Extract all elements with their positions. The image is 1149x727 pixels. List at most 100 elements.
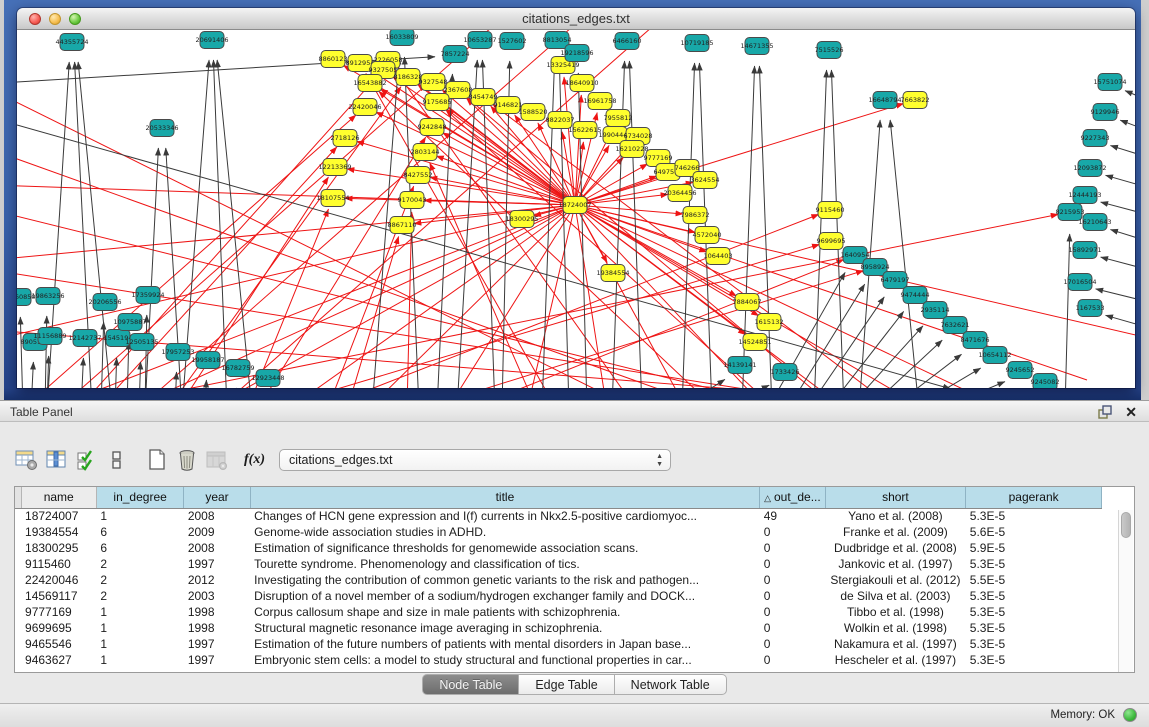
cell-name[interactable]: 14569117 [21, 588, 96, 604]
cell-title[interactable]: Embryonic stem cells: a model to study s… [250, 652, 760, 668]
cell-year[interactable]: 2012 [184, 572, 250, 588]
citation-edge-black[interactable] [814, 70, 827, 388]
citation-edge-black[interactable] [31, 362, 33, 388]
graph-node-teal[interactable]: 7515526 [815, 42, 844, 59]
graph-node-teal[interactable]: 19958187 [191, 352, 224, 369]
cell-out_de[interactable]: 0 [760, 524, 825, 540]
graph-node-teal[interactable]: 1733426 [771, 364, 800, 381]
citation-edge-black[interactable] [20, 317, 23, 388]
citation-edge-black[interactable] [457, 60, 477, 388]
table-panel-header[interactable]: Table Panel ✕ [0, 400, 1149, 422]
cell-title[interactable]: Structural magnetic resonance image aver… [250, 620, 760, 636]
citation-edge-black[interactable] [1110, 230, 1135, 244]
graph-node-yellow[interactable]: 8860123 [319, 51, 348, 68]
graph-node-teal[interactable]: 9129946 [1091, 104, 1120, 121]
cell-out_de[interactable]: 0 [760, 588, 825, 604]
citation-edge-black[interactable] [45, 316, 47, 388]
cell-title[interactable]: Estimation of significance thresholds fo… [250, 540, 760, 556]
cell-short[interactable]: Yano et al. (2008) [825, 508, 966, 524]
graph-node-teal[interactable]: 9245652 [1006, 362, 1035, 379]
graph-node-teal[interactable]: 20533346 [145, 120, 178, 137]
column-header-title[interactable]: title [250, 487, 760, 508]
graph-node-yellow[interactable]: 8427552 [404, 167, 433, 184]
cell-pagerank[interactable]: 5.3E-5 [966, 588, 1102, 604]
cell-short[interactable]: Nakamura et al. (1997) [825, 636, 966, 652]
citation-edge-black[interactable] [682, 63, 695, 388]
cell-name[interactable]: 9699695 [21, 620, 96, 636]
citation-edge-black[interactable] [175, 372, 177, 388]
cell-pagerank[interactable]: 5.3E-5 [966, 508, 1102, 524]
graph-node-teal[interactable]: 12923448 [251, 370, 284, 387]
cell-out_de[interactable]: 0 [760, 572, 825, 588]
table-row[interactable]: 1456911722003Disruption of a novel membe… [15, 588, 1102, 604]
cell-name[interactable]: 19384554 [21, 524, 96, 540]
graph-node-yellow[interactable]: 7986372 [681, 207, 710, 224]
column-header-short[interactable]: short [825, 487, 966, 508]
graph-node-yellow[interactable]: 9699695 [817, 233, 846, 250]
cell-year[interactable]: 1998 [184, 604, 250, 620]
citation-edge-black[interactable] [213, 60, 227, 388]
cell-short[interactable]: de Silva et al. (2003) [825, 588, 966, 604]
citation-edge-red[interactable] [575, 205, 1135, 340]
row-height-button[interactable] [104, 447, 130, 473]
table-row[interactable]: 1938455462009Genome-wide association stu… [15, 524, 1102, 540]
cell-out_de[interactable]: 0 [760, 604, 825, 620]
graph-node-teal[interactable]: 9474444 [901, 287, 930, 304]
citation-edge-black[interactable] [807, 297, 884, 388]
function-builder-button[interactable]: f(x) [244, 452, 265, 468]
graph-node-teal[interactable]: 19218596 [560, 45, 593, 62]
cell-out_de[interactable]: 0 [760, 636, 825, 652]
graph-node-yellow[interactable]: 4572040 [693, 227, 722, 244]
graph-node-yellow[interactable]: 20364456 [663, 185, 696, 202]
graph-node-yellow[interactable]: 16543882 [353, 75, 386, 92]
citation-edge-black[interactable] [1120, 120, 1135, 134]
graph-node-teal[interactable]: 7632621 [941, 317, 970, 334]
column-header-out_de[interactable]: △out_de... [760, 487, 825, 508]
graph-node-yellow[interactable]: 12213369 [318, 159, 351, 176]
table-settings-button[interactable] [14, 447, 40, 473]
column-header-in_degree[interactable]: in_degree [96, 487, 183, 508]
citation-edge-black[interactable] [17, 125, 950, 388]
citation-edge-black[interactable] [578, 73, 587, 388]
cell-in_degree[interactable]: 2 [96, 572, 183, 588]
table-selector-dropdown[interactable]: citations_edges.txt ▲▼ [279, 449, 671, 471]
cell-short[interactable]: Tibbo et al. (1998) [825, 604, 966, 620]
graph-node-yellow[interactable]: 1064403 [704, 248, 733, 265]
graph-node-yellow[interactable]: 19384554 [596, 265, 629, 282]
cell-in_degree[interactable]: 1 [96, 620, 183, 636]
graph-node-teal[interactable]: 2935114 [921, 302, 950, 319]
cell-year[interactable]: 2008 [184, 508, 250, 524]
citation-edge-red[interactable] [167, 87, 401, 388]
graph-node-teal[interactable]: 10653287 [463, 32, 496, 49]
citation-edge-red[interactable] [347, 237, 399, 388]
cell-name[interactable]: 9777169 [21, 604, 96, 620]
citation-edge-black[interactable] [205, 380, 206, 388]
graph-node-yellow[interactable]: 9170043 [398, 192, 427, 209]
citation-edge-black[interactable] [139, 362, 141, 388]
tab-edge-table[interactable]: Edge Table [519, 674, 614, 695]
select-all-rows-button[interactable] [74, 447, 100, 473]
column-header-name[interactable]: name [21, 487, 96, 508]
graph-node-yellow[interactable]: 7884067 [733, 294, 762, 311]
citation-edge-black[interactable] [1110, 146, 1135, 160]
table-row[interactable]: 946554611997Estimation of the future num… [15, 636, 1102, 652]
citation-edge-black[interactable] [1065, 234, 1070, 388]
cell-year[interactable]: 2003 [184, 588, 250, 604]
cell-pagerank[interactable]: 5.9E-5 [966, 540, 1102, 556]
graph-node-yellow[interactable]: 18724007 [558, 197, 591, 214]
graph-node-teal[interactable]: 44355724 [55, 34, 88, 51]
cell-name[interactable]: 9115460 [21, 556, 96, 572]
citation-edge-black[interactable] [559, 60, 569, 388]
graph-node-yellow[interactable]: 15622615 [568, 122, 601, 139]
graph-node-yellow[interactable]: 2718126 [331, 130, 360, 147]
table-row[interactable]: 1830029562008Estimation of significance … [15, 540, 1102, 556]
cell-title[interactable]: Estimation of the future numbers of pati… [250, 636, 760, 652]
citation-edge-black[interactable] [182, 60, 209, 388]
cell-name[interactable]: 18724007 [21, 508, 96, 524]
cell-in_degree[interactable]: 1 [96, 604, 183, 620]
graph-node-teal[interactable]: 15751074 [1093, 74, 1126, 91]
scrollbar-thumb[interactable] [1121, 512, 1131, 538]
cell-pagerank[interactable]: 5.3E-5 [966, 636, 1102, 652]
graph-node-yellow[interactable]: 9175685 [423, 94, 452, 111]
cell-in_degree[interactable]: 2 [96, 556, 183, 572]
